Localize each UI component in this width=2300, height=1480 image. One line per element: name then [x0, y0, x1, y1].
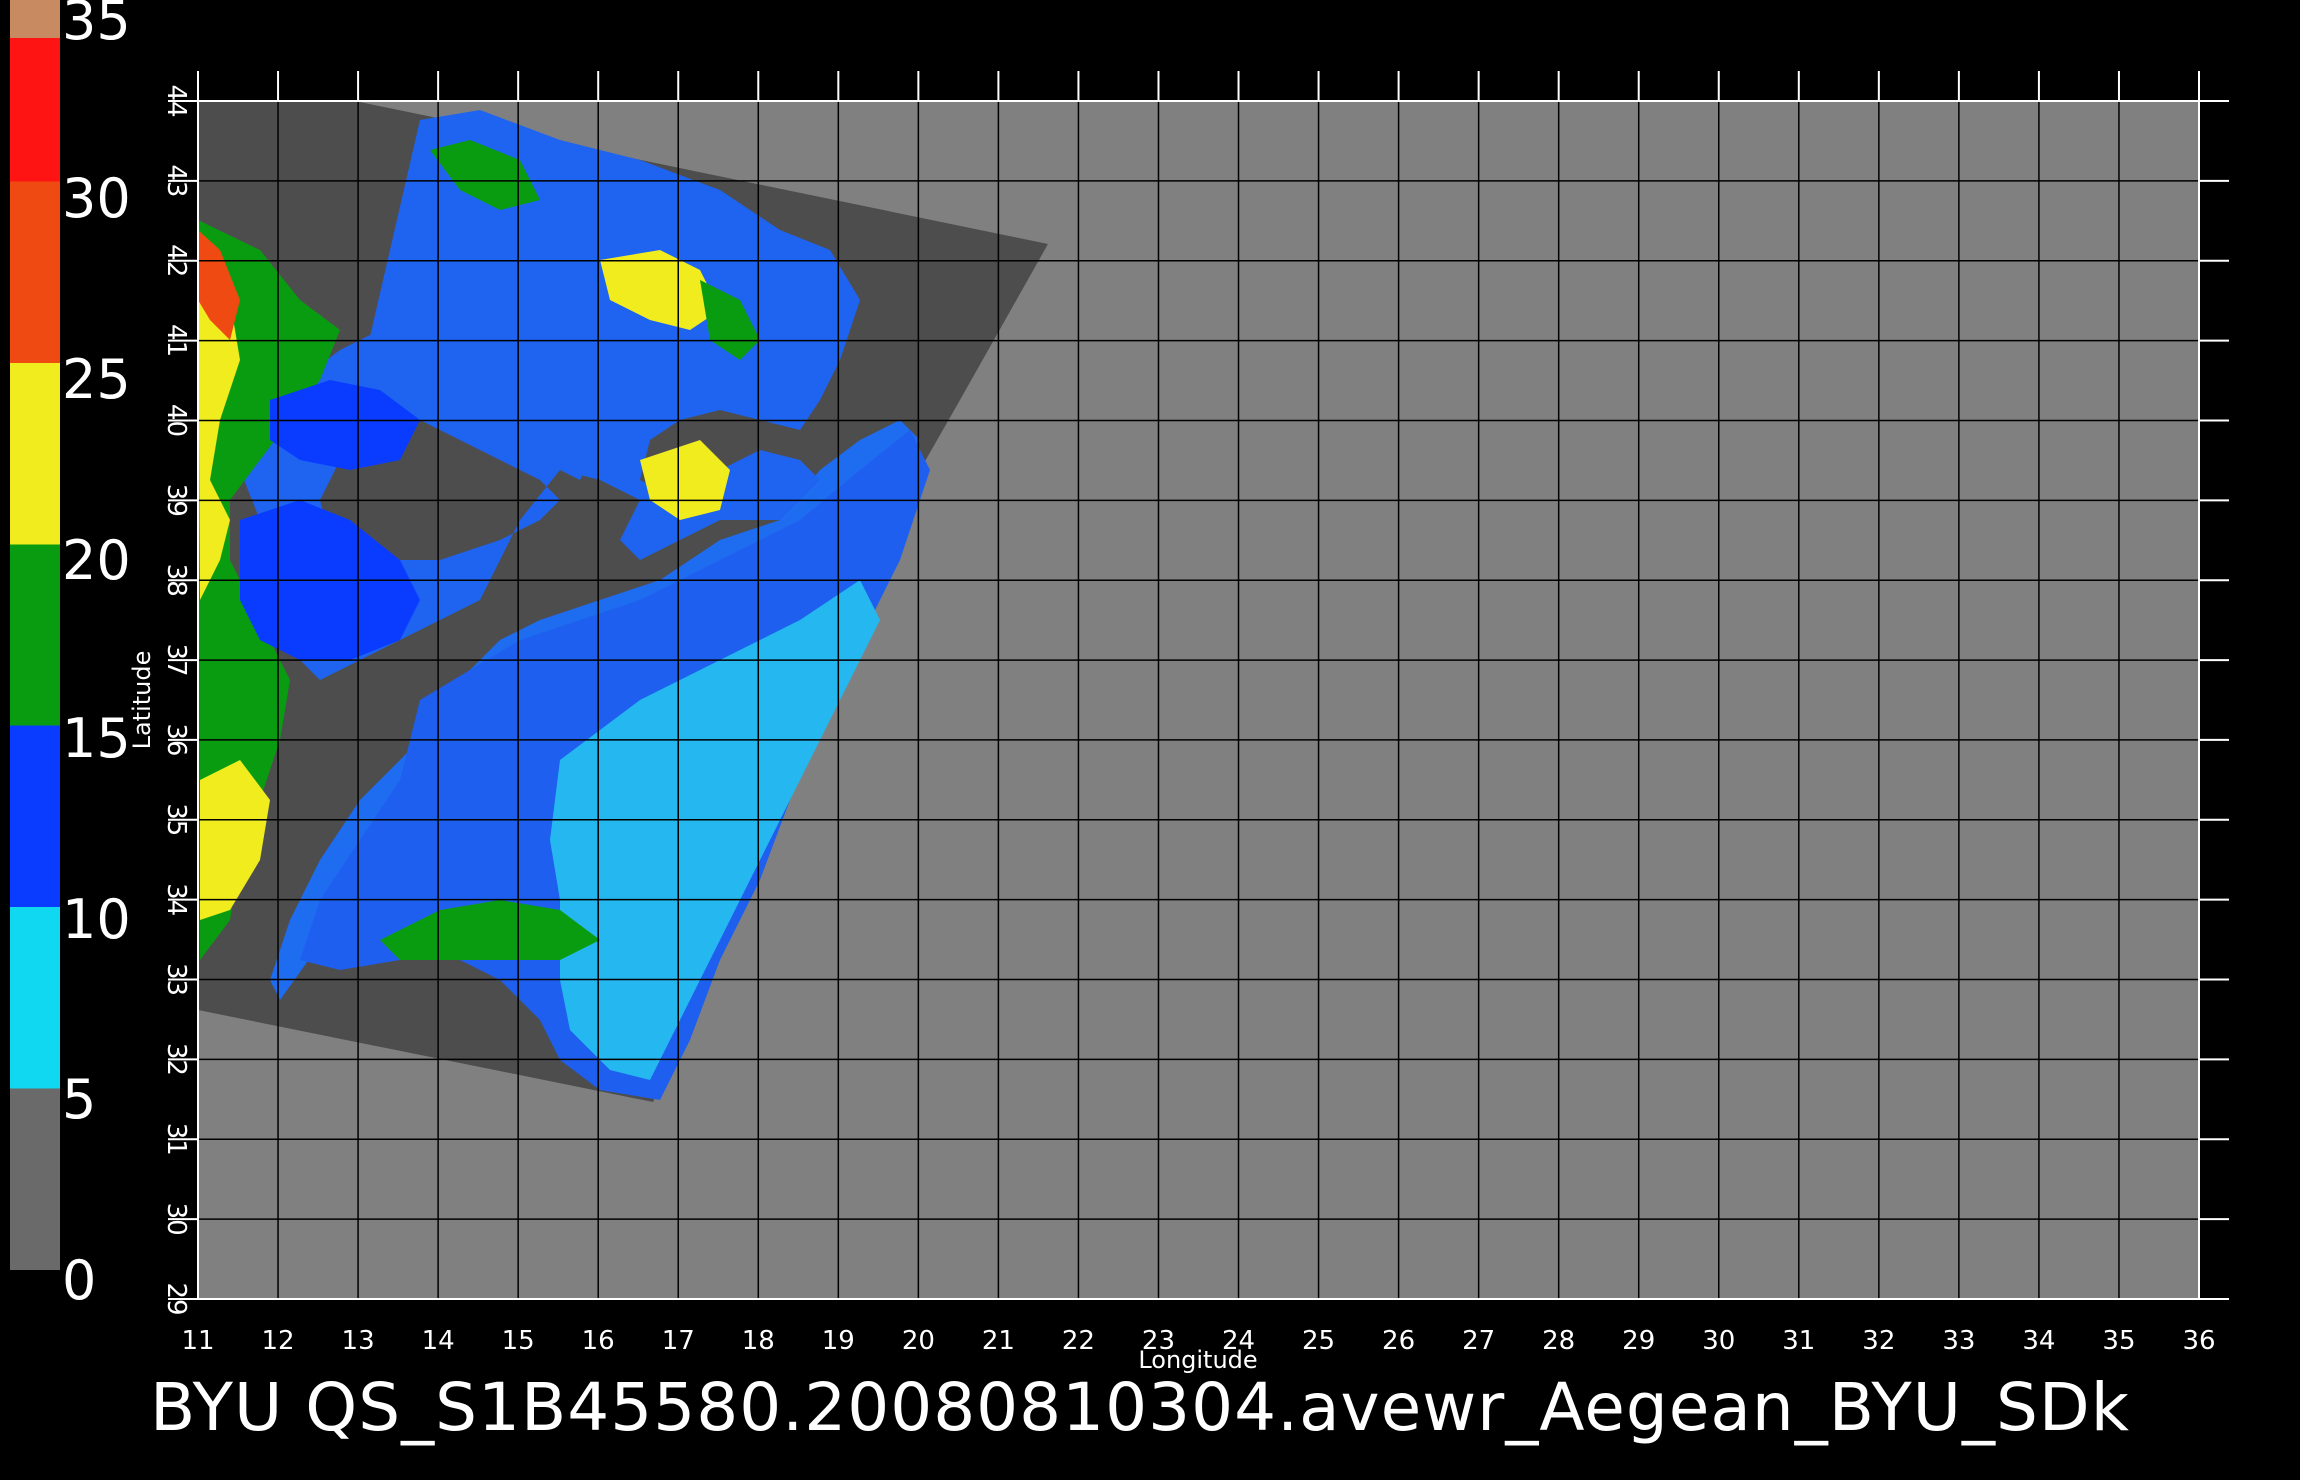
- x-tick-label: 26: [1382, 1326, 1415, 1356]
- x-tick-label: 36: [2182, 1326, 2215, 1356]
- x-tick-label: 31: [1782, 1326, 1815, 1356]
- y-tick-label: 29: [161, 1282, 191, 1315]
- x-tick-label: 35: [2102, 1326, 2135, 1356]
- wind-map: 11 12 13 14 15 16 17 18 19 20 21 22 23 24 25 26 27 28 29 30…: [128, 71, 2229, 1374]
- x-tick-label: 17: [662, 1326, 695, 1356]
- y-tick-label: 38: [161, 564, 191, 597]
- x-tick-label: 28: [1542, 1326, 1575, 1356]
- x-tick-label: 29: [1622, 1326, 1655, 1356]
- x-tick-label: 11: [181, 1326, 214, 1356]
- x-tick-label: 30: [1702, 1326, 1735, 1356]
- y-tick-label: 44: [161, 84, 191, 117]
- x-tick-label: 16: [582, 1326, 615, 1356]
- y-tick-label: 39: [161, 484, 191, 517]
- x-tick-label: 19: [822, 1326, 855, 1356]
- map-footer-title: BYU QS_S1B45580.20080810304.avewr_Aegean…: [150, 1369, 2130, 1446]
- y-tick-label: 32: [161, 1043, 191, 1076]
- y-tick-label: 30: [161, 1203, 191, 1236]
- x-tick-label: 22: [1062, 1326, 1095, 1356]
- y-tick-label: 37: [161, 644, 191, 677]
- x-tick-label: 33: [1942, 1326, 1975, 1356]
- x-tick-label: 15: [502, 1326, 535, 1356]
- y-tick-label: 34: [161, 883, 191, 916]
- x-tick-label: 32: [1862, 1326, 1895, 1356]
- x-tick-label: 12: [261, 1326, 294, 1356]
- y-tick-label: 42: [161, 244, 191, 277]
- x-tick-label: 13: [342, 1326, 375, 1356]
- y-tick-labels: 29 30 31 32 33 34 35 36 37 38 39 40 41 42 43 44: [161, 84, 191, 1315]
- y-tick-label: 36: [161, 723, 191, 756]
- x-tick-label: 27: [1462, 1326, 1495, 1356]
- x-tick-label: 34: [2022, 1326, 2055, 1356]
- x-tick-label: 20: [902, 1326, 935, 1356]
- y-tick-label: 35: [161, 803, 191, 836]
- x-tick-label: 18: [742, 1326, 775, 1356]
- y-tick-label: 41: [161, 324, 191, 357]
- y-axis-title: Latitude: [128, 651, 156, 750]
- y-tick-label: 33: [161, 963, 191, 996]
- y-tick-label: 31: [161, 1123, 191, 1156]
- y-tick-label: 43: [161, 164, 191, 197]
- y-tick-label: 40: [161, 404, 191, 437]
- x-tick-label: 14: [422, 1326, 455, 1356]
- x-tick-label: 25: [1302, 1326, 1335, 1356]
- x-tick-label: 21: [982, 1326, 1015, 1356]
